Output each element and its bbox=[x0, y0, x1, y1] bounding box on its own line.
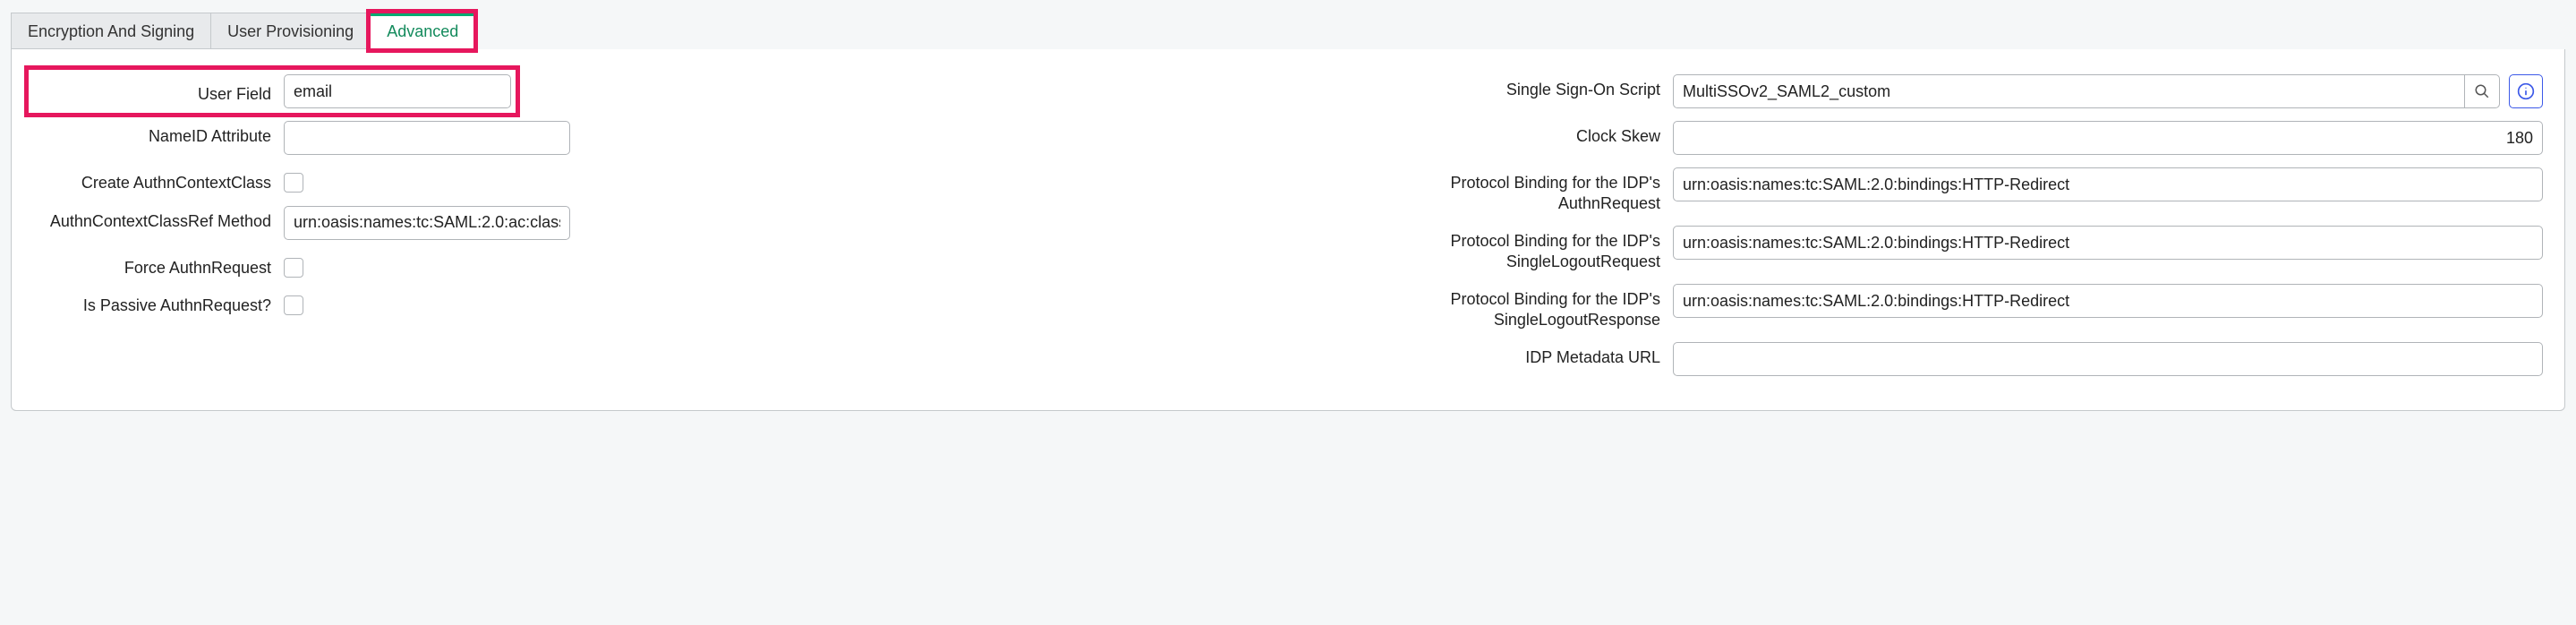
sso-script-info-button[interactable] bbox=[2509, 74, 2543, 108]
tab-encryption-and-signing[interactable]: Encryption And Signing bbox=[11, 13, 211, 49]
clock-skew-label: Clock Skew bbox=[1351, 121, 1673, 147]
force-authnrequest-label: Force AuthnRequest bbox=[33, 253, 284, 278]
is-passive-authnrequest-checkbox[interactable] bbox=[284, 295, 303, 315]
info-icon bbox=[2517, 82, 2535, 100]
create-authncontextclass-checkbox[interactable] bbox=[284, 173, 303, 193]
is-passive-authnrequest-label: Is Passive AuthnRequest? bbox=[33, 290, 284, 316]
sso-script-label: Single Sign-On Script bbox=[1351, 74, 1673, 100]
protocol-binding-slo-response-input[interactable] bbox=[1673, 284, 2543, 318]
protocol-binding-slo-response-label: Protocol Binding for the IDP's SingleLog… bbox=[1351, 284, 1673, 330]
nameid-attribute-label: NameID Attribute bbox=[33, 121, 284, 147]
search-icon bbox=[2474, 83, 2490, 99]
protocol-binding-authnrequest-input[interactable] bbox=[1673, 167, 2543, 201]
user-field-input[interactable] bbox=[284, 74, 511, 108]
protocol-binding-authnrequest-label: Protocol Binding for the IDP's AuthnRequ… bbox=[1351, 167, 1673, 213]
sso-script-lookup-button[interactable] bbox=[2464, 74, 2500, 108]
user-field-label: User Field bbox=[33, 79, 284, 105]
protocol-binding-slo-request-label: Protocol Binding for the IDP's SingleLog… bbox=[1351, 226, 1673, 271]
force-authnrequest-checkbox[interactable] bbox=[284, 258, 303, 278]
advanced-panel: User Field NameID Attribute Create Authn… bbox=[11, 49, 2565, 411]
create-authncontextclass-label: Create AuthnContextClass bbox=[33, 167, 284, 193]
authncontextclassref-method-label: AuthnContextClassRef Method bbox=[33, 206, 284, 232]
sso-script-input[interactable] bbox=[1673, 74, 2464, 108]
tab-user-provisioning[interactable]: User Provisioning bbox=[210, 13, 371, 49]
authncontextclassref-method-input[interactable] bbox=[284, 206, 570, 240]
clock-skew-input[interactable] bbox=[1673, 121, 2543, 155]
protocol-binding-slo-request-input[interactable] bbox=[1673, 226, 2543, 260]
tab-advanced[interactable]: Advanced bbox=[370, 13, 475, 49]
idp-metadata-url-label: IDP Metadata URL bbox=[1351, 342, 1673, 368]
idp-metadata-url-input[interactable] bbox=[1673, 342, 2543, 376]
nameid-attribute-input[interactable] bbox=[284, 121, 570, 155]
tab-bar: Encryption And Signing User Provisioning… bbox=[11, 13, 2565, 49]
